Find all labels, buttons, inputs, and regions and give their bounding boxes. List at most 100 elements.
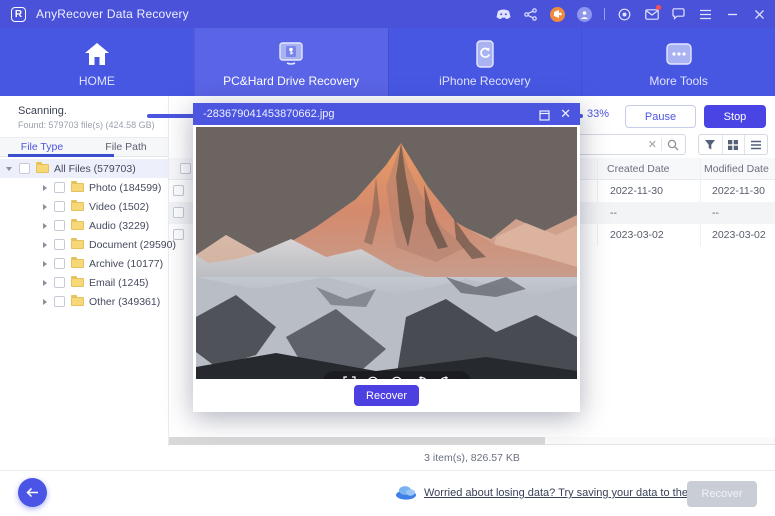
cell-created-date: 2022-11-30 [610, 185, 663, 197]
cell-created-date: 2023-03-02 [610, 229, 664, 241]
cell-created-date: -- [610, 207, 617, 219]
search-clear-icon[interactable]: ✕ [648, 138, 657, 151]
chevron-right-icon[interactable] [43, 204, 47, 210]
tree-item-label: Archive (10177) [89, 258, 163, 270]
rotate-left-icon[interactable] [414, 375, 429, 379]
settings-target-icon[interactable] [617, 7, 632, 22]
account-icon[interactable] [577, 7, 592, 22]
chevron-right-icon[interactable] [43, 261, 47, 267]
chevron-right-icon[interactable] [43, 223, 47, 229]
folder-icon [71, 278, 84, 287]
tree-item-document[interactable]: Document (29590) [0, 235, 168, 254]
folder-icon [71, 240, 84, 249]
tree-checkbox[interactable] [54, 201, 65, 212]
cell-modified-date: 2023-03-02 [712, 229, 766, 241]
tree-item-email[interactable]: Email (1245) [0, 273, 168, 292]
preview-close-icon[interactable]: ✕ [560, 106, 571, 121]
chevron-right-icon[interactable] [43, 280, 47, 286]
column-created-date[interactable]: Created Date [607, 163, 669, 175]
cell-modified-date: 2022-11-30 [712, 185, 765, 197]
tree-checkbox[interactable] [19, 163, 30, 174]
tree-checkbox[interactable] [54, 239, 65, 250]
tree-item-audio[interactable]: Audio (3229) [0, 216, 168, 235]
view-controls [698, 134, 768, 155]
share-icon[interactable] [523, 7, 538, 22]
phone-refresh-icon [476, 39, 494, 69]
scan-found-summary: Found: 579703 file(s) (424.58 GB) [18, 120, 155, 130]
chevron-right-icon[interactable] [43, 299, 47, 305]
tab-home[interactable]: HOME [0, 28, 194, 96]
tree-checkbox[interactable] [54, 277, 65, 288]
chevron-down-icon[interactable] [6, 167, 12, 171]
tree-item-label: Other (349361) [89, 296, 160, 308]
home-icon [84, 39, 110, 69]
folder-icon [71, 259, 84, 268]
maximize-icon[interactable] [539, 108, 550, 119]
select-all-checkbox[interactable] [180, 163, 191, 174]
tree-item-photo[interactable]: Photo (184599) [0, 178, 168, 197]
recover-button-disabled[interactable]: Recover [687, 481, 757, 507]
menu-icon[interactable] [698, 7, 713, 22]
preview-recover-button[interactable]: Recover [354, 385, 419, 406]
app-window: R AnyRecover Data Recovery [0, 0, 775, 516]
mail-badge [656, 5, 661, 10]
chevron-right-icon[interactable] [43, 185, 47, 191]
monitor-key-icon [277, 39, 305, 69]
row-checkbox[interactable] [173, 207, 184, 218]
pause-button[interactable]: Pause [625, 105, 696, 128]
app-title: AnyRecover Data Recovery [36, 7, 189, 21]
zoom-in-icon[interactable] [366, 375, 381, 379]
file-type-tree: All Files (579703) Photo (184599) Video … [0, 159, 168, 311]
scrollbar-thumb[interactable] [169, 437, 545, 445]
record-icon[interactable] [550, 7, 565, 22]
search-icon[interactable] [667, 138, 679, 156]
scan-status: Scanning. [18, 105, 67, 117]
zoom-out-icon[interactable] [390, 375, 405, 379]
tree-item-label: Audio (3229) [89, 220, 149, 232]
preview-dialog: -283679041453870662.jpg ✕ [193, 103, 580, 412]
filter-icon[interactable] [699, 135, 722, 154]
tab-iphone-recovery[interactable]: iPhone Recovery [388, 28, 582, 96]
selection-summary: 3 item(s), 826.57 KB [424, 452, 520, 464]
grid-view-icon[interactable] [722, 135, 745, 154]
titlebar-divider [604, 8, 605, 20]
mail-icon[interactable] [644, 7, 659, 22]
tab-pc-hard-drive-recovery[interactable]: PC&Hard Drive Recovery [194, 28, 388, 96]
back-button[interactable] [18, 478, 47, 507]
tree-item-archive[interactable]: Archive (10177) [0, 254, 168, 273]
tree-item-label: Document (29590) [89, 239, 176, 251]
column-modified-date[interactable]: Modified Date [704, 163, 769, 175]
horizontal-scrollbar[interactable] [169, 437, 775, 445]
row-checkbox[interactable] [173, 185, 184, 196]
selection-summary-bar: 3 item(s), 826.57 KB [169, 446, 775, 470]
tree-item-label: Video (1502) [89, 201, 149, 213]
panel-divider [168, 96, 169, 446]
tree-item-other[interactable]: Other (349361) [0, 292, 168, 311]
tree-checkbox[interactable] [54, 220, 65, 231]
row-checkbox[interactable] [173, 229, 184, 240]
titlebar: R AnyRecover Data Recovery [0, 0, 775, 28]
mountain-photo [196, 127, 577, 379]
tree-item-label: All Files (579703) [54, 163, 136, 175]
tree-item-label: Email (1245) [89, 277, 149, 289]
discord-icon[interactable] [496, 7, 511, 22]
rotate-right-icon[interactable] [438, 375, 453, 379]
tree-checkbox[interactable] [54, 296, 65, 307]
tab-more-tools[interactable]: More Tools [581, 28, 775, 96]
preview-dialog-titlebar[interactable]: -283679041453870662.jpg ✕ [193, 103, 580, 125]
fit-screen-icon[interactable] [342, 375, 357, 379]
tree-item-all-files[interactable]: All Files (579703) [0, 159, 168, 178]
main-nav: HOME PC&Hard Drive Recovery iPhone Recov… [0, 28, 775, 96]
stop-button[interactable]: Stop [704, 105, 766, 128]
minimize-icon[interactable] [725, 7, 740, 22]
feedback-icon[interactable] [671, 7, 686, 22]
tree-checkbox[interactable] [54, 182, 65, 193]
preview-image [196, 127, 577, 379]
tree-item-video[interactable]: Video (1502) [0, 197, 168, 216]
close-icon[interactable] [752, 7, 767, 22]
chevron-right-icon[interactable] [43, 242, 47, 248]
list-view-icon[interactable] [744, 135, 767, 154]
tree-checkbox[interactable] [54, 258, 65, 269]
preview-filename: -283679041453870662.jpg [203, 108, 335, 120]
cloud-backup-link[interactable]: Worried about losing data? Try saving yo… [424, 487, 717, 499]
